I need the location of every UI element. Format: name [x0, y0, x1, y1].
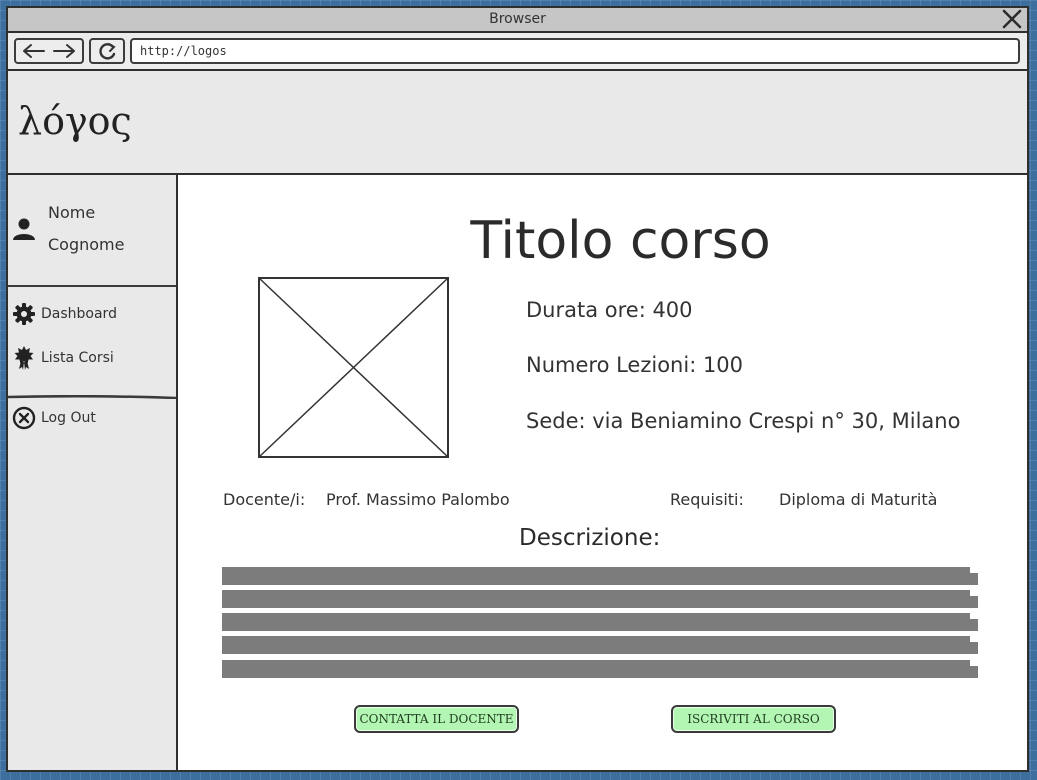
reload-button[interactable] [89, 38, 125, 64]
teacher-name: Prof. Massimo Palombo [326, 490, 510, 509]
description-text-placeholder [222, 636, 978, 654]
site-header: λόγος [8, 71, 1027, 175]
sidebar-item-label: Dashboard [41, 306, 117, 322]
sidebar-item-label: Lista Corsi [41, 350, 114, 366]
teacher-label: Docente/i: [223, 490, 306, 509]
user-first-name: Nome [48, 203, 96, 222]
forward-arrow-icon[interactable] [53, 44, 75, 58]
sidebar-item-label: Log Out [41, 410, 96, 426]
site-logo[interactable]: λόγος [18, 99, 132, 143]
back-forward-buttons[interactable] [14, 38, 84, 64]
course-title: Titolo corso [470, 211, 771, 271]
reload-icon [99, 43, 116, 60]
description-text-placeholder [222, 613, 978, 631]
enroll-course-button[interactable]: ISCRIVITI AL CORSO [671, 705, 836, 733]
badge-icon [12, 346, 36, 374]
sidebar: Nome Cognome Dashboard Lista Corsi Log O… [8, 175, 178, 770]
browser-titlebar: Browser [8, 8, 1027, 33]
course-location: Sede: via Beniamino Crespi n° 30, Milano [526, 409, 961, 433]
course-detail: Titolo corso Durata ore: 400 Numero Lezi… [178, 175, 1027, 770]
sidebar-item-dashboard[interactable]: Dashboard [10, 299, 174, 329]
browser-title: Browser [489, 11, 546, 27]
requirements-value: Diploma di Maturità [779, 490, 938, 509]
gear-icon [12, 302, 36, 330]
browser-toolbar: http://logos [8, 33, 1027, 71]
back-arrow-icon[interactable] [23, 44, 45, 58]
user-icon [12, 217, 36, 245]
close-icon[interactable] [1001, 9, 1023, 29]
requirements-label: Requisiti: [670, 490, 744, 509]
description-text-placeholder [222, 660, 978, 678]
description-heading: Descrizione: [519, 525, 661, 551]
close-circle-icon [12, 406, 36, 434]
course-duration: Durata ore: 400 [526, 298, 693, 322]
address-bar[interactable]: http://logos [130, 38, 1020, 64]
user-profile[interactable]: Nome Cognome [8, 175, 176, 287]
browser-window: Browser http://logos λόγος Nome Cognome … [6, 6, 1029, 772]
contact-teacher-button[interactable]: CONTATTA IL DOCENTE [354, 705, 519, 733]
description-text-placeholder [222, 567, 978, 585]
course-image-placeholder [258, 277, 449, 458]
description-text-placeholder [222, 590, 978, 608]
sidebar-item-log-out[interactable]: Log Out [10, 403, 174, 433]
course-lessons: Numero Lezioni: 100 [526, 353, 744, 377]
user-last-name: Cognome [48, 235, 125, 254]
sidebar-divider [8, 395, 176, 399]
sidebar-item-lista-corsi[interactable]: Lista Corsi [10, 343, 174, 373]
